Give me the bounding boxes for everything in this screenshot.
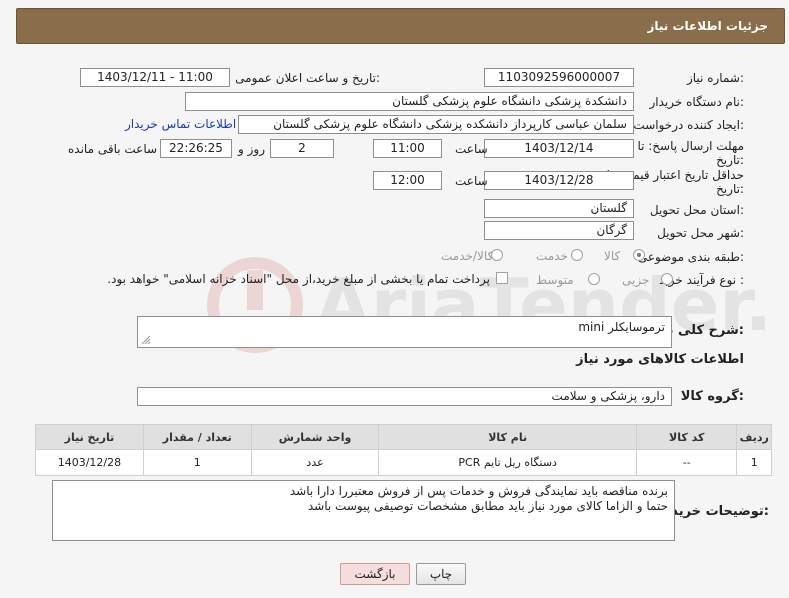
col-row-number: ردیف <box>736 424 772 450</box>
general-desc-text: ترموسایکلر mini <box>578 320 665 334</box>
buyer-org-field: دانشکدة پزشکی دانشگاه علوم پزشکی گلستان <box>185 92 634 111</box>
price-validity-time-label: ساعت <box>455 174 488 188</box>
back-button[interactable]: بازگشت <box>340 563 410 585</box>
buyer-notes-line-2: حتما و الزاما کالای مورد نیاز باید مطابق… <box>307 499 668 513</box>
category-option-both: کالا/خدمت <box>441 249 494 263</box>
process-radio-medium[interactable] <box>588 273 600 285</box>
need-number-label: شماره نیاز: <box>686 71 744 85</box>
print-button[interactable]: چاپ <box>416 563 466 585</box>
requester-field: سلمان عباسی کارپرداز دانشکده پزشکی دانشگ… <box>238 115 634 134</box>
cell-unit: عدد <box>250 449 380 476</box>
category-radio-service[interactable] <box>571 249 583 261</box>
buyer-notes-line-1: برنده مناقصه باید نمایندگی فروش و خدمات … <box>289 484 668 498</box>
category-option-service: خدمت <box>536 249 568 263</box>
cell-item-code: -- <box>635 449 738 476</box>
treasury-payment-checkbox[interactable] <box>496 272 508 284</box>
table-row[interactable]: 1 -- دستگاه ریل تایم PCR عدد 1 1403/12/2… <box>35 449 772 476</box>
table-header-row: ردیف کد کالا نام کالا واحد شمارش تعداد /… <box>35 424 772 450</box>
cell-row-number: 1 <box>736 449 772 476</box>
province-label: استان محل تحویل: <box>649 203 744 217</box>
col-unit: واحد شمارش <box>250 424 380 450</box>
city-label: شهر محل تحویل: <box>657 226 744 240</box>
col-item-name: نام کالا <box>378 424 637 450</box>
buyer-notes-textarea[interactable]: برنده مناقصه باید نمایندگی فروش و خدمات … <box>52 480 675 541</box>
col-need-date: تاریخ نیاز <box>35 424 144 450</box>
remaining-time-field: 22:26:25 <box>160 139 232 158</box>
category-option-goods: کالا <box>604 249 621 263</box>
reply-days-field: 2 <box>270 139 334 158</box>
resize-grip-icon[interactable] <box>142 336 150 344</box>
reply-time-field: 11:00 <box>373 139 442 158</box>
process-option-minor: جزیی <box>622 273 650 287</box>
remaining-time-label: ساعت باقی مانده <box>68 142 158 156</box>
process-radio-minor[interactable] <box>661 273 673 285</box>
price-validity-date-field: 1403/12/28 <box>484 171 634 190</box>
reply-deadline-label-2: تاریخ: <box>716 153 744 167</box>
city-field: گرگان <box>484 221 634 240</box>
cell-item-name: دستگاه ریل تایم PCR <box>378 449 637 476</box>
price-validity-time-field: 12:00 <box>373 171 442 190</box>
buyer-contact-link[interactable]: اطلاعات تماس خریدار <box>125 117 236 131</box>
buyer-org-label: نام دستگاه خریدار: <box>649 95 745 109</box>
need-number-field: 1103092596000007 <box>484 68 634 87</box>
reply-days-label: روز و <box>238 142 265 156</box>
buyer-notes-label: توضیحات خریدار: <box>659 504 769 519</box>
general-desc-textarea[interactable]: ترموسایکلر mini <box>137 316 672 348</box>
col-item-code: کد کالا <box>635 424 738 450</box>
category-label: طبقه بندی موضوعی: <box>637 250 744 264</box>
price-validity-label-2: تاریخ: <box>716 182 744 196</box>
items-table: ردیف کد کالا نام کالا واحد شمارش تعداد /… <box>35 424 772 476</box>
goods-info-title: اطلاعات کالاهای مورد نیاز <box>576 352 744 367</box>
goods-group-field: دارو، پزشکی و سلامت <box>137 387 672 406</box>
header-bar: جزئیات اطلاعات نیاز <box>16 8 785 44</box>
cell-need-date: 1403/12/28 <box>35 449 144 476</box>
province-field: گلستان <box>484 199 634 218</box>
process-option-medium: متوسط <box>536 273 574 287</box>
category-radio-goods[interactable] <box>633 249 645 261</box>
reply-date-field: 1403/12/14 <box>484 139 634 158</box>
col-quantity: تعداد / مقدار <box>142 424 252 450</box>
announce-datetime-field: 1403/12/11 - 11:00 <box>80 68 230 87</box>
goods-group-label: گروه کالا: <box>680 389 744 404</box>
announce-datetime-label: تاریخ و ساعت اعلان عمومی: <box>235 71 380 85</box>
reply-deadline-label: مهلت ارسال پاسخ: تا <box>637 139 744 153</box>
reply-time-label: ساعت <box>455 142 488 156</box>
cell-quantity: 1 <box>142 449 252 476</box>
page-title: جزئیات اطلاعات نیاز <box>647 19 768 33</box>
requester-label: ایجاد کننده درخواست: <box>633 118 744 132</box>
treasury-payment-note: پرداخت تمام یا بخشی از مبلغ خرید،از محل … <box>107 272 490 286</box>
